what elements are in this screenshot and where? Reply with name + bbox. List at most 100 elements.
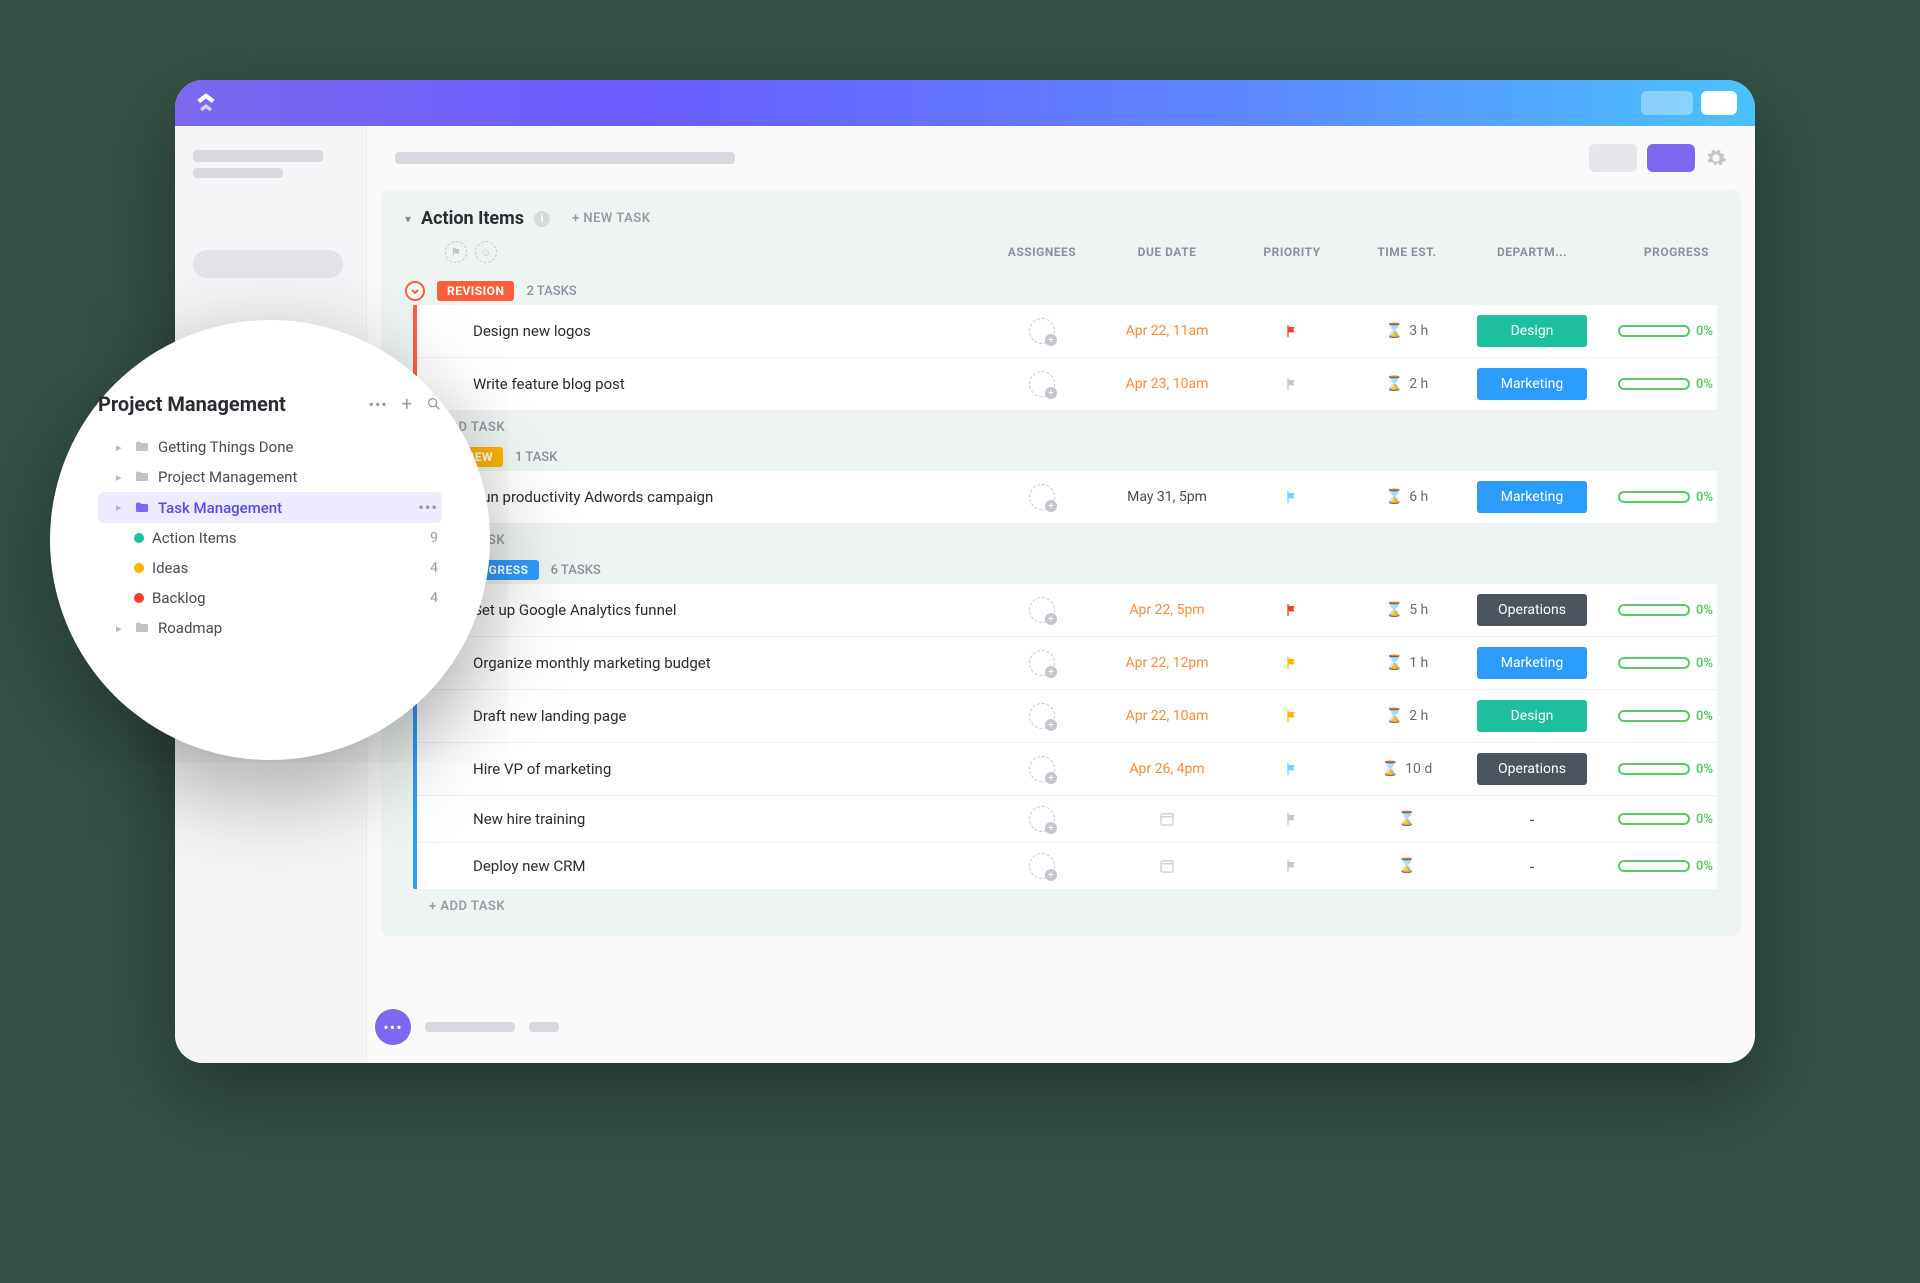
time-estimate[interactable]: ⌛2 h: [1347, 376, 1467, 392]
calendar-icon[interactable]: [1097, 810, 1237, 828]
assignee-add-icon[interactable]: [1029, 650, 1055, 676]
department-pill[interactable]: Marketing: [1477, 368, 1587, 400]
task-name: Draft new landing page: [469, 707, 987, 725]
group-toggle-icon[interactable]: [405, 281, 425, 301]
progress-cell[interactable]: 0%: [1597, 709, 1717, 724]
more-icon[interactable]: •••: [369, 395, 388, 414]
assignee-add-icon[interactable]: [1029, 484, 1055, 510]
status-dot-icon: [134, 533, 144, 543]
progress-cell[interactable]: 0%: [1597, 377, 1717, 392]
task-group: REVIEW 1 TASK Run productivity Adwords c…: [405, 443, 1717, 552]
progress-cell[interactable]: 0%: [1597, 812, 1717, 827]
assignee-column-icon[interactable]: ☺: [475, 241, 497, 263]
add-task-button[interactable]: + ADD TASK: [405, 523, 1717, 552]
status-pill[interactable]: REVISION: [437, 281, 514, 301]
skeleton-line: [395, 152, 735, 164]
flag-column-icon[interactable]: ⚑: [445, 241, 467, 263]
priority-flag-icon[interactable]: [1237, 655, 1347, 671]
time-estimate[interactable]: ⌛: [1347, 858, 1467, 874]
priority-flag-icon[interactable]: [1237, 376, 1347, 392]
time-estimate[interactable]: ⌛1 h: [1347, 655, 1467, 671]
due-date[interactable]: Apr 22, 10am: [1097, 708, 1237, 724]
time-estimate[interactable]: ⌛6 h: [1347, 489, 1467, 505]
due-date[interactable]: Apr 22, 11am: [1097, 323, 1237, 339]
task-row[interactable]: Organize monthly marketing budget Apr 22…: [417, 637, 1717, 690]
progress-cell[interactable]: 0%: [1597, 859, 1717, 874]
titlebar-toggle[interactable]: [1641, 91, 1693, 115]
department-pill[interactable]: Design: [1477, 315, 1587, 347]
calendar-icon[interactable]: [1097, 857, 1237, 875]
task-row[interactable]: Design new logos Apr 22, 11am ⌛3 h Desig…: [417, 305, 1717, 358]
tree-label: Backlog: [152, 589, 206, 607]
department-pill[interactable]: Marketing: [1477, 481, 1587, 513]
progress-cell[interactable]: 0%: [1597, 656, 1717, 671]
time-estimate[interactable]: ⌛5 h: [1347, 602, 1467, 618]
collapse-caret-icon[interactable]: ▾: [405, 212, 411, 226]
titlebar-button[interactable]: [1701, 91, 1737, 115]
priority-flag-icon[interactable]: [1237, 761, 1347, 777]
time-estimate[interactable]: ⌛: [1347, 811, 1467, 827]
view-button-active[interactable]: [1647, 144, 1695, 172]
department-pill[interactable]: Marketing: [1477, 647, 1587, 679]
gear-icon[interactable]: [1705, 147, 1727, 169]
due-date[interactable]: Apr 23, 10am: [1097, 376, 1237, 392]
progress-cell[interactable]: 0%: [1597, 603, 1717, 618]
tree-leaf[interactable]: Backlog4: [98, 583, 442, 613]
assignee-add-icon[interactable]: [1029, 853, 1055, 879]
tree-folder[interactable]: ▸Project Management: [98, 462, 442, 492]
progress-cell[interactable]: 0%: [1597, 324, 1717, 339]
time-estimate[interactable]: ⌛3 h: [1347, 323, 1467, 339]
task-row[interactable]: Set up Google Analytics funnel Apr 22, 5…: [417, 584, 1717, 637]
chevron-right-icon: ▸: [116, 471, 126, 484]
priority-flag-icon[interactable]: [1237, 489, 1347, 505]
plus-icon[interactable]: +: [402, 394, 412, 415]
assignee-add-icon[interactable]: [1029, 371, 1055, 397]
task-name: Hire VP of marketing: [469, 760, 987, 778]
assignee-add-icon[interactable]: [1029, 597, 1055, 623]
tree-folder[interactable]: ▸Task Management•••: [98, 492, 442, 523]
progress-cell[interactable]: 0%: [1597, 490, 1717, 505]
progress-cell[interactable]: 0%: [1597, 762, 1717, 777]
time-estimate[interactable]: ⌛10 d: [1347, 761, 1467, 777]
priority-flag-icon[interactable]: [1237, 602, 1347, 618]
task-row[interactable]: New hire training ⌛ - 0%: [417, 796, 1717, 843]
tree-folder[interactable]: ▸Getting Things Done: [98, 432, 442, 462]
info-icon[interactable]: i: [534, 211, 550, 227]
tree-leaf[interactable]: Ideas4: [98, 553, 442, 583]
task-row[interactable]: Hire VP of marketing Apr 26, 4pm ⌛10 d O…: [417, 743, 1717, 796]
hourglass-icon: ⌛: [1398, 858, 1415, 874]
department-pill[interactable]: Operations: [1477, 753, 1587, 785]
search-icon[interactable]: [426, 396, 442, 412]
task-row[interactable]: Write feature blog post Apr 23, 10am ⌛2 …: [417, 358, 1717, 410]
priority-flag-icon[interactable]: [1237, 858, 1347, 874]
task-row[interactable]: Deploy new CRM ⌛ - 0%: [417, 843, 1717, 889]
due-date[interactable]: Apr 22, 12pm: [1097, 655, 1237, 671]
priority-flag-icon[interactable]: [1237, 323, 1347, 339]
assignee-add-icon[interactable]: [1029, 703, 1055, 729]
due-date[interactable]: Apr 22, 5pm: [1097, 602, 1237, 618]
priority-flag-icon[interactable]: [1237, 811, 1347, 827]
due-date[interactable]: Apr 26, 4pm: [1097, 761, 1237, 777]
task-row[interactable]: Draft new landing page Apr 22, 10am ⌛2 h…: [417, 690, 1717, 743]
time-estimate[interactable]: ⌛2 h: [1347, 708, 1467, 724]
tree-leaf[interactable]: Action Items9: [98, 523, 442, 553]
department-pill[interactable]: Operations: [1477, 594, 1587, 626]
department-empty[interactable]: -: [1467, 857, 1597, 876]
assignee-add-icon[interactable]: [1029, 756, 1055, 782]
add-task-button[interactable]: + ADD TASK: [405, 410, 1717, 439]
tree-folder[interactable]: ▸Roadmap: [98, 613, 442, 643]
assignee-add-icon[interactable]: [1029, 318, 1055, 344]
search-pill[interactable]: [193, 250, 343, 278]
priority-flag-icon[interactable]: [1237, 708, 1347, 724]
chat-icon[interactable]: •••: [375, 1009, 411, 1045]
assignee-add-icon[interactable]: [1029, 806, 1055, 832]
view-button[interactable]: [1589, 144, 1637, 172]
hourglass-icon: ⌛: [1386, 323, 1403, 339]
department-pill[interactable]: Design: [1477, 700, 1587, 732]
task-row[interactable]: Run productivity Adwords campaign May 31…: [417, 471, 1717, 523]
due-date[interactable]: May 31, 5pm: [1097, 489, 1237, 505]
add-task-button[interactable]: + ADD TASK: [405, 889, 1717, 918]
more-icon[interactable]: •••: [418, 498, 438, 517]
new-task-button[interactable]: + NEW TASK: [572, 211, 650, 226]
department-empty[interactable]: -: [1467, 810, 1597, 829]
